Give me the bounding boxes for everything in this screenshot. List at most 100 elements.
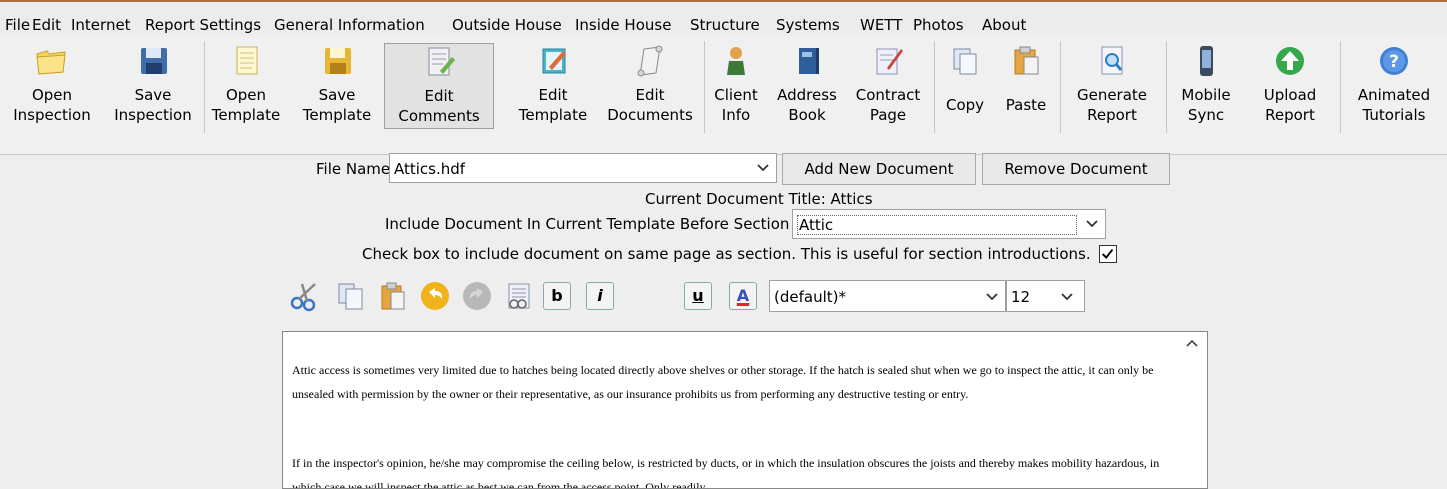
document-editor[interactable]: Attic access is sometimes very limited d… [282, 331, 1208, 489]
current-document-title: Current Document Title: Attics [645, 190, 873, 208]
italic-button[interactable]: i [586, 282, 614, 310]
menu-inside-house[interactable]: Inside House [575, 16, 671, 34]
menu-wett[interactable]: WETT [860, 16, 902, 34]
cut-scissors-icon[interactable] [288, 279, 322, 313]
edit-template-icon [542, 48, 566, 74]
contract-page-label: Contract Page [855, 86, 921, 124]
spell-check-icon[interactable] [502, 279, 536, 313]
menu-edit[interactable]: Edit [32, 16, 61, 34]
editor-paragraph: If in the inspector's opinion, he/she ma… [292, 456, 1160, 489]
open-template-button[interactable]: Open Template [208, 43, 284, 129]
address-book-label: Address Book [777, 86, 837, 124]
paste-icon [1014, 46, 1039, 75]
file-name-dropdown[interactable]: Attics.hdf [389, 153, 777, 183]
floppy-disk-icon [141, 48, 167, 74]
file-name-value: Attics.hdf [394, 160, 466, 178]
redo-icon[interactable] [460, 279, 494, 313]
address-book-button[interactable]: Address Book [772, 43, 842, 129]
chevron-down-icon [757, 164, 769, 172]
save-inspection-label: Save Inspection [114, 86, 192, 124]
client-info-label: Client Info [714, 86, 758, 124]
edit-comments-icon [428, 47, 455, 76]
chevron-down-icon [986, 293, 998, 301]
include-document-label: Include Document In Current Template Bef… [385, 215, 790, 233]
menu-bar: File Edit Internet Report Settings Gener… [0, 0, 1447, 36]
contract-page-button[interactable]: Contract Page [848, 43, 928, 129]
template-document-icon [236, 46, 258, 75]
menu-about[interactable]: About [982, 16, 1026, 34]
edit-documents-label: Edit Documents [607, 86, 693, 124]
menu-file[interactable]: File [5, 16, 30, 34]
toolbar-separator [1340, 41, 1341, 133]
font-family-value: (default)* [774, 288, 846, 306]
checkmark-icon [1101, 248, 1114, 260]
copy-icon[interactable] [334, 279, 368, 313]
toolbar-separator [1166, 41, 1167, 133]
file-name-label: File Name [316, 160, 391, 178]
edit-comments-button[interactable]: Edit Comments [384, 43, 494, 129]
generate-report-button[interactable]: Generate Report [1064, 43, 1160, 129]
font-family-dropdown[interactable]: (default)* [769, 280, 1006, 312]
copy-icon [953, 48, 977, 75]
same-page-checkbox-label: Check box to include document on same pa… [362, 245, 1091, 263]
add-new-document-button[interactable]: Add New Document [782, 153, 976, 185]
contract-icon [876, 48, 903, 75]
edit-template-label: Edit Template [518, 86, 588, 124]
menu-structure[interactable]: Structure [690, 16, 760, 34]
font-size-value: 12 [1011, 288, 1031, 306]
toolbar-separator [1060, 41, 1061, 133]
menu-internet[interactable]: Internet [71, 16, 131, 34]
upload-report-label: Upload Report [1263, 86, 1317, 124]
open-inspection-button[interactable]: Open Inspection [4, 43, 100, 129]
menu-photos[interactable]: Photos [913, 16, 964, 34]
font-color-button[interactable]: A [729, 282, 757, 310]
menu-outside-house[interactable]: Outside House [452, 16, 562, 34]
animated-tutorials-button[interactable]: ? Animated Tutorials [1346, 43, 1442, 129]
toolbar-separator [204, 41, 205, 133]
chevron-down-icon [1086, 220, 1098, 228]
paste-button[interactable]: Paste [998, 43, 1054, 129]
menu-report-settings[interactable]: Report Settings [145, 16, 261, 34]
copy-label: Copy [945, 96, 985, 114]
address-book-icon [799, 48, 819, 74]
scroll-up-icon[interactable] [1186, 338, 1198, 348]
upload-report-button[interactable]: Upload Report [1248, 43, 1332, 129]
copy-button[interactable]: Copy [938, 43, 992, 129]
generate-report-label: Generate Report [1076, 86, 1148, 124]
folder-icon [36, 50, 66, 75]
paste-icon[interactable] [376, 279, 410, 313]
font-size-dropdown[interactable]: 12 [1006, 280, 1085, 312]
same-page-checkbox[interactable] [1099, 245, 1117, 263]
animated-tutorials-label: Animated Tutorials [1357, 86, 1431, 124]
chevron-down-icon [1061, 293, 1073, 301]
svg-text:?: ? [1389, 52, 1399, 72]
section-dropdown[interactable]: Attic [792, 209, 1106, 239]
toolbar: Open Inspection Save Inspection Open Templa… [0, 37, 1447, 155]
person-icon [727, 47, 745, 75]
toolbar-separator [934, 41, 935, 133]
edit-documents-button[interactable]: Edit Documents [602, 43, 698, 129]
upload-arrow-icon [1276, 47, 1304, 75]
menu-general-information[interactable]: General Information [274, 16, 425, 34]
save-template-label: Save Template [302, 86, 372, 124]
save-template-button[interactable]: Save Template [291, 43, 383, 129]
menu-systems[interactable]: Systems [776, 16, 840, 34]
mobile-sync-button[interactable]: Mobile Sync [1170, 43, 1242, 129]
bold-button[interactable]: b [543, 282, 571, 310]
open-template-label: Open Template [211, 86, 281, 124]
editor-paragraph: Attic access is sometimes very limited d… [292, 363, 1154, 401]
scroll-icon [637, 45, 663, 77]
save-inspection-button[interactable]: Save Inspection [108, 43, 198, 129]
floppy-disk-yellow-icon [325, 48, 351, 74]
client-info-button[interactable]: Client Info [708, 43, 764, 129]
undo-icon[interactable] [418, 279, 452, 313]
open-inspection-label: Open Inspection [13, 86, 91, 124]
mobile-sync-label: Mobile Sync [1181, 86, 1231, 124]
help-icon: ? [1380, 47, 1408, 75]
paste-label: Paste [1005, 96, 1047, 114]
section-value: Attic [797, 215, 1077, 235]
remove-document-button[interactable]: Remove Document [982, 153, 1170, 185]
phone-icon [1200, 46, 1213, 76]
underline-button[interactable]: u [684, 282, 712, 310]
edit-template-button[interactable]: Edit Template [510, 43, 596, 129]
